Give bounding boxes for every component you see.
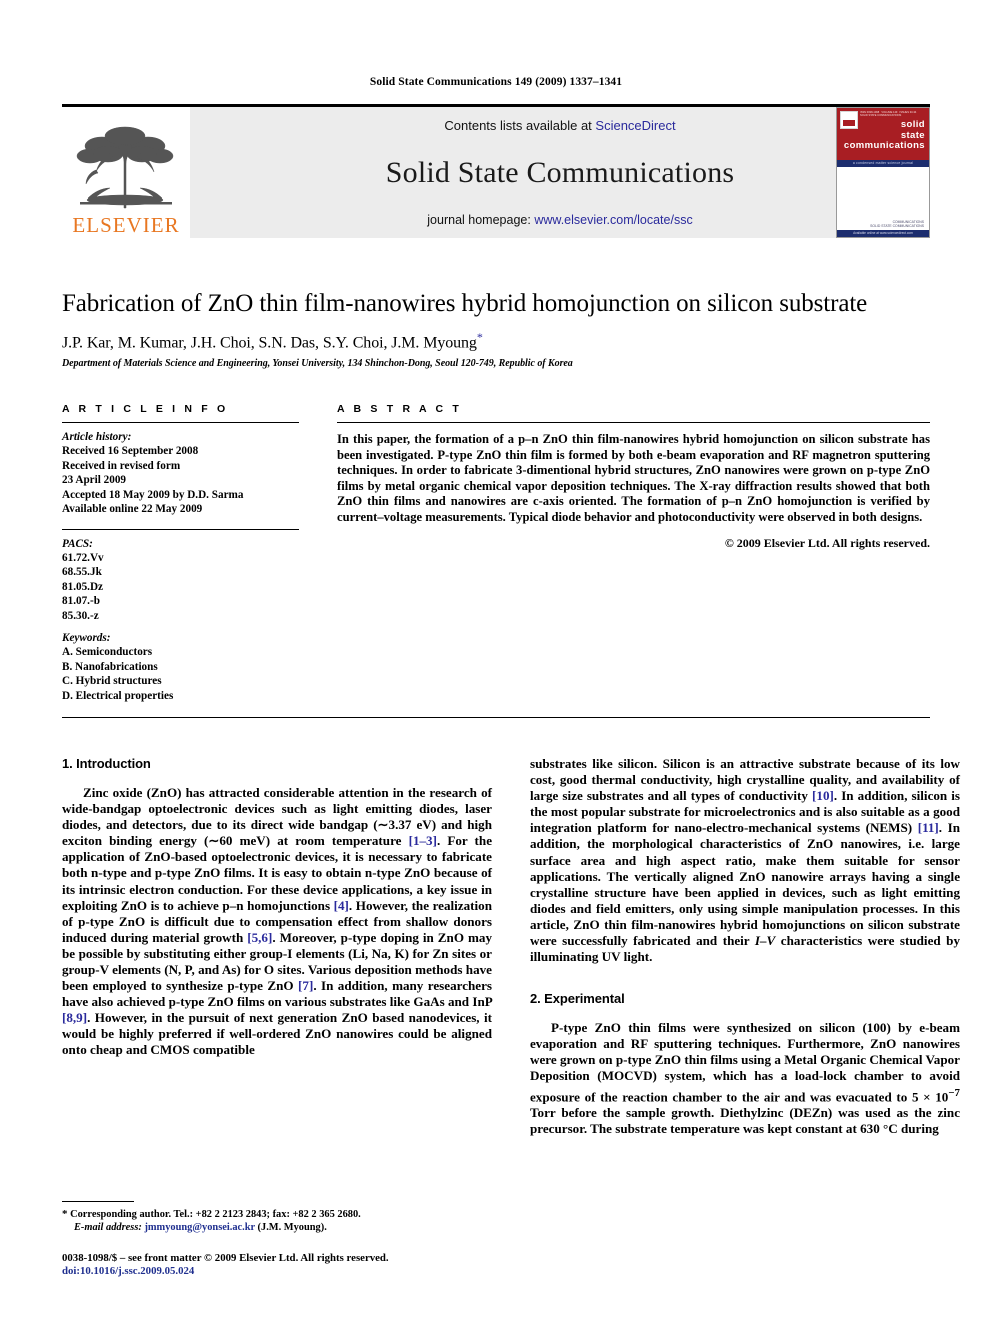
citation-8-9[interactable]: [8,9] [62,1010,87,1025]
keyword-item: C. Hybrid structures [62,675,162,688]
citation-7[interactable]: [7] [298,978,313,993]
journal-header: ELSEVIER Contents lists available at Sci… [62,104,930,238]
keywords-group: Keywords: A. Semiconductors B. Nanofabri… [62,631,299,703]
header-band: ELSEVIER Contents lists available at Sci… [62,107,930,238]
intro-paragraph: Zinc oxide (ZnO) has attracted considera… [62,785,492,1059]
contents-available-line: Contents lists available at ScienceDirec… [444,118,675,133]
experimental-paragraph: P-type ZnO thin films were synthesized o… [530,1020,960,1137]
history-item: Available online 22 May 2009 [62,503,203,516]
journal-title: Solid State Communications [385,156,735,189]
email-label: E-mail address: [74,1222,142,1234]
citation-10[interactable]: [10] [812,788,834,803]
abstract-rule [337,422,930,424]
intro-continuation-paragraph: substrates like silicon. Silicon is an a… [530,756,960,965]
cover-line-1: solid [900,119,925,130]
exp-text-a: P-type ZnO thin films were synthesized o… [530,1020,960,1104]
abstract-label: A B S T R A C T [337,403,462,416]
sciencedirect-link[interactable]: ScienceDirect [595,118,675,133]
article-info-column: A R T I C L E I N F O Article history: R… [62,403,299,703]
iv-characteristics-italic: I–V [754,933,776,949]
cover-white-area [837,167,929,215]
cover-line-3: communications [843,140,925,151]
pacs-item: 61.72.Vv [62,551,104,564]
elsevier-wordmark: ELSEVIER [72,213,180,237]
footnote-rule [62,1201,134,1202]
contents-prefix: Contents lists available at [444,118,596,133]
pacs-item: 81.07.-b [62,595,100,608]
cover-top-band: ISSN 0038-1098 VOLUME 149 ISSUES 33-34 SO… [837,108,929,160]
citation-11[interactable]: [11] [918,820,939,835]
affiliation: Department of Materials Science and Engi… [62,358,573,370]
article-info-rule [62,422,299,424]
page-title: Fabrication of ZnO thin film-nanowires h… [62,290,868,317]
pacs-item: 68.55.Jk [62,566,102,579]
citation-1-3[interactable]: [1–3] [409,833,437,848]
cover-title-words: solid state communications [843,119,925,152]
journal-homepage-line: journal homepage: www.elsevier.com/locat… [427,213,692,227]
keywords-heading: Keywords: [62,631,111,644]
exp-superscript: −7 [948,1086,960,1099]
intro-text-f: . However, in the pursuit of next genera… [62,1010,492,1058]
article-info-label: A R T I C L E I N F O [62,403,229,416]
corresponding-author-footnote: * Corresponding author. Tel.: +82 2 2123… [62,1208,492,1221]
cover-tagline: a condensed matter science journal [837,160,929,167]
pacs-item: 85.30.-z [62,609,99,622]
cover-masthead-microtext: ISSN 0038-1098 VOLUME 149 ISSUES 33-34 SO… [860,111,917,118]
history-item: Received in revised form [62,459,181,472]
cover-bottom-bar: Available online at www.sciencedirect.co… [837,230,929,237]
pacs-item: 81.05.Dz [62,580,104,593]
title-block: Fabrication of ZnO thin film-nanowires h… [62,290,930,369]
exp-text-b: Torr before the sample growth. Diethylzi… [530,1105,960,1137]
homepage-label: journal homepage: [427,213,535,227]
keyword-item: B. Nanofabrications [62,660,158,673]
body-columns: 1. Introduction Zinc oxide (ZnO) has att… [62,756,960,1137]
email-suffix: (J.M. Myoung). [254,1222,327,1234]
header-center: Contents lists available at ScienceDirec… [190,107,930,238]
history-item: 23 April 2009 [62,474,127,487]
email-link[interactable]: jmmyoung@yonsei.ac.kr [142,1222,255,1233]
history-item: Received 16 September 2008 [62,445,199,458]
keyword-item: A. Semiconductors [62,646,153,659]
section-heading-introduction: 1. Introduction [62,755,151,771]
abstract-copyright: © 2009 Elsevier Ltd. All rights reserved… [724,535,930,550]
issn-block: 0038-1098/$ – see front matter © 2009 El… [62,1252,492,1279]
body-right-column: substrates like silicon. Silicon is an a… [530,756,960,1137]
journal-cover-thumbnail: ISSN 0038-1098 VOLUME 149 ISSUES 33-34 SO… [836,107,930,238]
pacs-heading: PACS: [62,537,93,550]
article-history-group: Article history: Received 16 September 2… [62,430,299,516]
article-page: Solid State Communications 149 (2009) 13… [0,0,992,1323]
right-text-c: . In addition, the morphological charact… [530,820,960,949]
corresponding-author-text: Corresponding author. Tel.: +82 2 2123 2… [67,1209,361,1220]
corresponding-author-marker: * [476,329,483,344]
doi-link[interactable]: doi:10.1016/j.ssc.2009.05.024 [62,1265,492,1279]
article-history-heading: Article history: [62,431,132,444]
footnote-area: * Corresponding author. Tel.: +82 2 2123… [62,1201,492,1279]
authors-names: J.P. Kar, M. Kumar, J.H. Choi, S.N. Das,… [62,334,477,352]
body-left-column: 1. Introduction Zinc oxide (ZnO) has att… [62,756,492,1137]
elsevier-tree-icon [76,126,174,209]
pacs-divider-rule [62,528,299,530]
citation-5-6[interactable]: [5,6] [247,930,272,945]
citation-4[interactable]: [4] [334,898,349,913]
history-item: Accepted 18 May 2009 by D.D. Sarma [62,488,244,501]
homepage-url-link[interactable]: www.elsevier.com/locate/ssc [534,213,692,227]
pacs-group: PACS: 61.72.Vv 68.55.Jk 81.05.Dz 81.07.-… [62,537,299,623]
abstract-bottom-rule [62,716,930,718]
keyword-item: D. Electrical properties [62,689,174,702]
cover-footer-text: COMMUNICATIONS SOLID STATE COMMUNICATION… [870,220,924,228]
author-list: J.P. Kar, M. Kumar, J.H. Choi, S.N. Das,… [62,330,930,352]
cover-footer-line-2: SOLID STATE COMMUNICATIONS [870,223,924,228]
issn-line: 0038-1098/$ – see front matter © 2009 El… [62,1251,389,1264]
section-heading-experimental: 2. Experimental [530,991,625,1007]
running-head: Solid State Communications 149 (2009) 13… [369,76,623,88]
email-footnote: E-mail address: jmmyoung@yonsei.ac.kr (J… [62,1221,492,1234]
abstract-text: In this paper, the formation of a p–n Zn… [337,432,930,525]
info-abstract-section: A R T I C L E I N F O Article history: R… [62,403,930,703]
abstract-column: A B S T R A C T In this paper, the forma… [337,403,930,703]
elsevier-logo: ELSEVIER [62,107,190,238]
